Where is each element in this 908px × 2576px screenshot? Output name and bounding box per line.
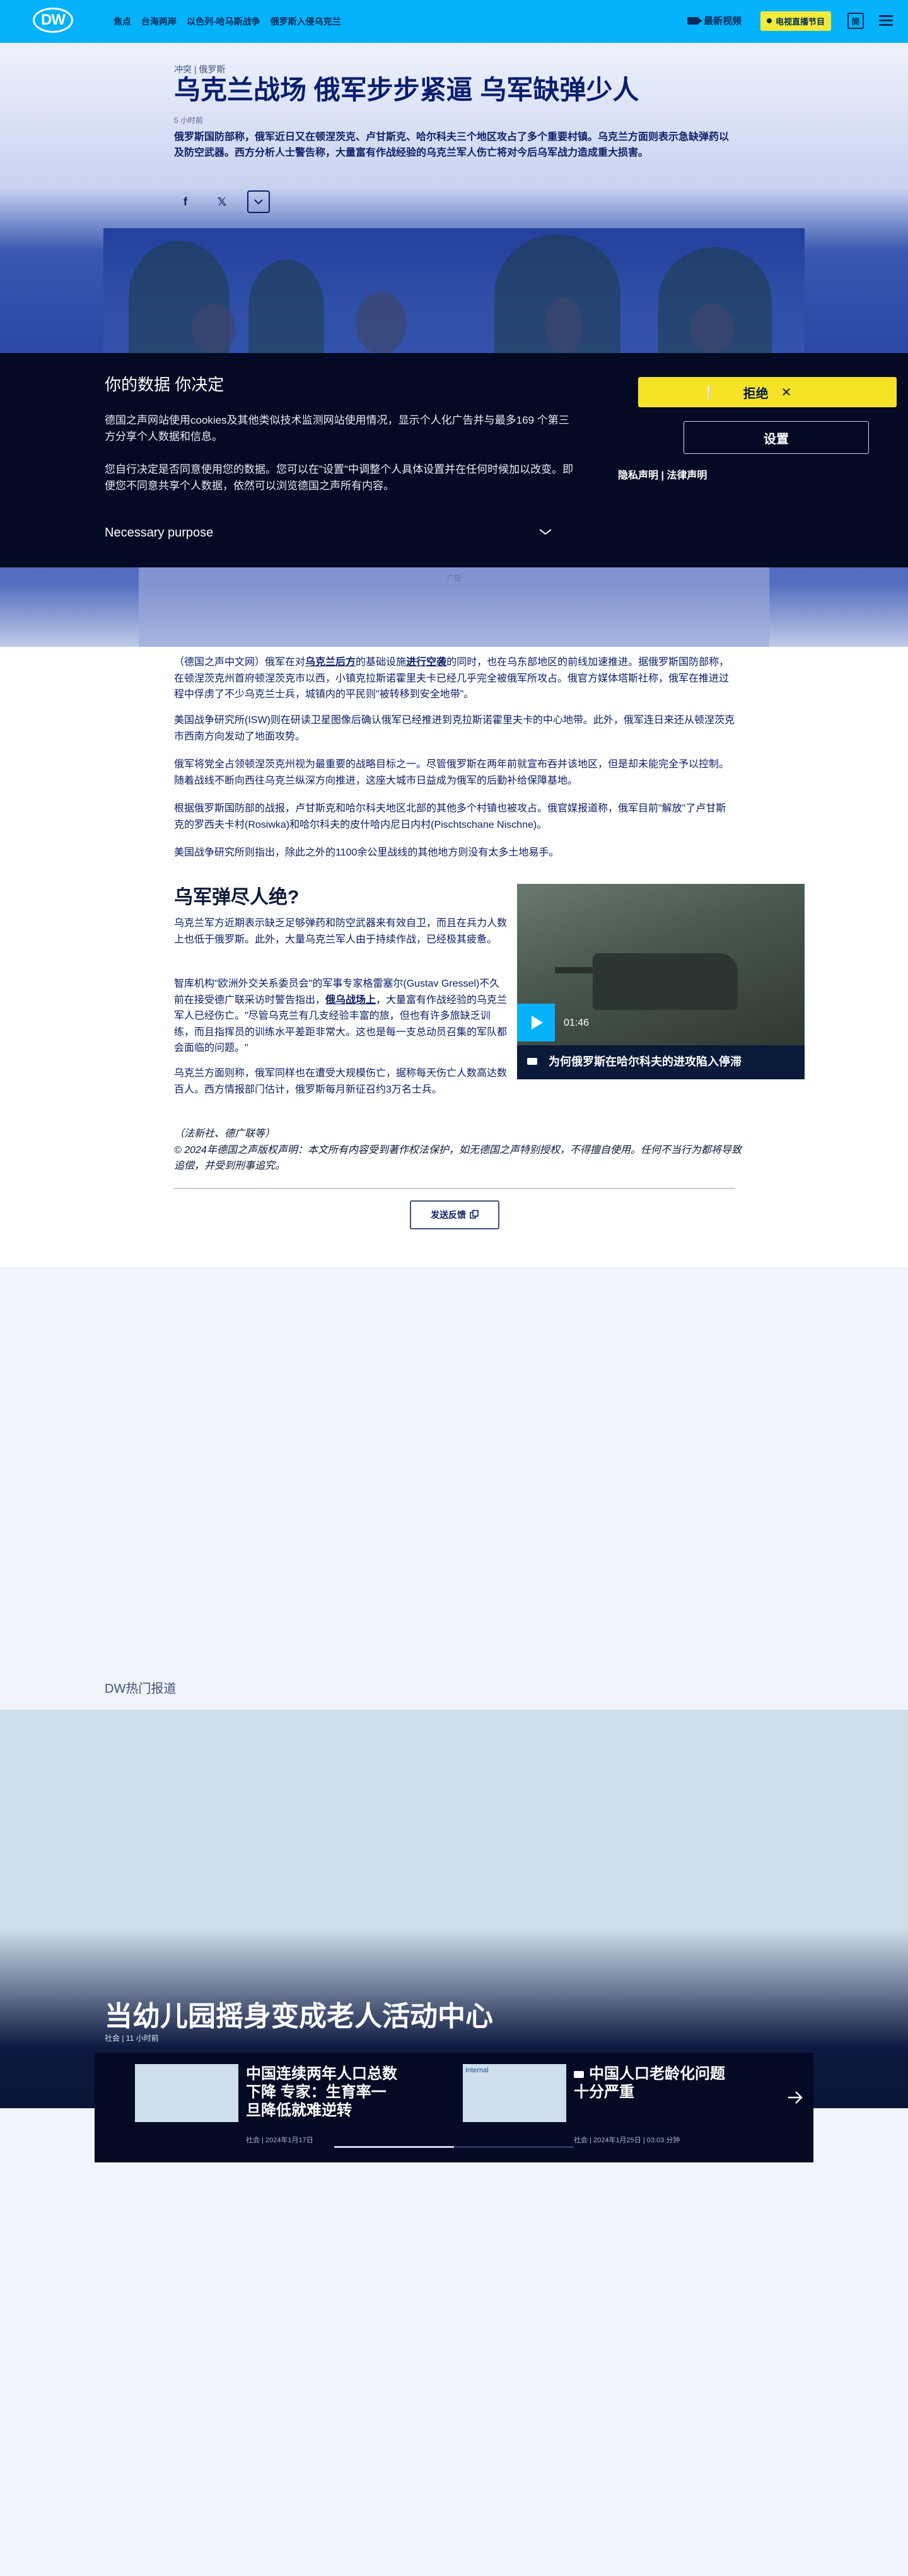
- trending-hero-meta: 社会 | 11 小时前: [105, 2034, 159, 2043]
- carousel-progress-fill: [334, 2146, 454, 2148]
- empty-content-area: [0, 1267, 908, 1678]
- article-teaser: 俄罗斯国防部称，俄军近日又在顿涅茨克、卢甘斯克、哈尔科夫三个地区攻占了多个重要村…: [174, 132, 730, 158]
- carousel-item-meta: 社会 | 2024年1月17日: [246, 2137, 313, 2144]
- close-icon: ✕: [781, 385, 792, 400]
- nav-item-israel-hamas[interactable]: 以色列-哈马斯战争: [187, 15, 260, 28]
- nav-item-cross-strait[interactable]: 台海两岸: [141, 15, 177, 28]
- text-run: 的基础设施: [356, 657, 407, 668]
- send-feedback-button[interactable]: 发送反馈: [410, 1200, 499, 1229]
- text-run: （德国之声中文网）俄军在对: [174, 657, 306, 668]
- article-paragraph: 根据俄罗斯国防部的战报，卢甘斯克和哈尔科夫地区北部的其他多个村镇也被攻占。俄官媒…: [174, 803, 726, 830]
- reject-button[interactable]: ❕ 拒绝 ✕: [638, 377, 897, 407]
- link-ukraine-rear[interactable]: 乌克兰后方: [305, 657, 356, 668]
- tank-shape: [593, 953, 738, 1010]
- trending-hero-image[interactable]: [0, 1710, 908, 2108]
- hero-image: [103, 228, 805, 354]
- nav-item-russia-ukraine[interactable]: 俄罗斯入侵乌克兰: [271, 15, 341, 28]
- facebook-share-icon[interactable]: f: [174, 190, 197, 213]
- advertisement-slot-overlay: [139, 567, 769, 647]
- carousel-item-title: 中国人口老龄化问题十分严重: [574, 2065, 725, 2102]
- feedback-label: 发送反馈: [431, 1210, 466, 1220]
- video-thumbnail[interactable]: [517, 884, 805, 1045]
- latest-video-label: 最新视频: [704, 16, 742, 26]
- dw-logo[interactable]: DW: [33, 8, 73, 33]
- consent-links: 隐私声明 | 法律声明: [618, 467, 707, 482]
- consent-text-1: 德国之声网站使用cookies及其他类似技术监测网站使用情况，显示个人化广告并与…: [105, 414, 569, 443]
- carousel-item[interactable]: Internal 中国人口老龄化问题十分严重 社会 | 2024年1月25日 |…: [463, 2064, 765, 2152]
- reject-label: 拒绝: [743, 386, 769, 401]
- copyright-notice: © 2024年德国之声版权声明：本文所有内容受到著作权法保护，如无德国之声特别授…: [174, 1144, 742, 1172]
- section-heading: 乌军弹尽人绝?: [174, 887, 300, 908]
- article-paragraph: 美国战争研究所(ISW)则在研读卫星图像后确认俄军已经推进到克拉斯诺霍里夫卡的中…: [174, 715, 735, 742]
- link-russia-ukraine-war[interactable]: 俄乌战场上: [325, 995, 376, 1006]
- article-paragraph: 乌克兰方面则称，俄军同样也在遭受大规模伤亡，据称每天伤亡人数高达数百人。西方情报…: [174, 1068, 508, 1095]
- link-airstrikes[interactable]: 进行空袭: [406, 657, 446, 668]
- carousel-thumbnail: Internal: [463, 2064, 566, 2122]
- article-paragraph: 俄军将党全占领顿涅茨克州视为最重要的战略目标之一。尽管俄罗斯在两年前就宣布吞并该…: [174, 759, 730, 786]
- consent-text-2: 您自行决定是否同意使用您的数据。您可以在"设置"中调整个人具体设置并在任何时候加…: [105, 463, 574, 492]
- video-camera-icon: [687, 16, 702, 25]
- article-paragraph: （德国之声中文网）俄军在对乌克兰后方的基础设施进行空袭的同时，也在乌东部地区的前…: [174, 654, 735, 703]
- trending-heading: DW热门报道: [105, 1682, 177, 1696]
- video-title[interactable]: 为何俄罗斯在哈尔科夫的进攻陷入停滞: [527, 1053, 742, 1069]
- trending-hero-title[interactable]: 当幼儿园摇身变成老人活动中心: [105, 1993, 493, 2034]
- video-card[interactable]: 01:46 为何俄罗斯在哈尔科夫的进攻陷入停滞: [517, 884, 805, 1079]
- article-paragraph: 美国战争研究所则指出，除此之外的1100余公里战线的其他地方则没有太多土地易手。: [174, 847, 559, 858]
- live-tv-button[interactable]: 电视直播节目: [760, 11, 832, 31]
- carousel-item-title-text: 中国人口老龄化问题十分严重: [574, 2065, 725, 2101]
- video-duration: 01:46: [564, 1018, 590, 1028]
- privacy-link[interactable]: 隐私声明: [618, 470, 658, 481]
- carousel-progress: [334, 2146, 574, 2148]
- main-nav: 焦点 台海两岸 以色列-哈马斯战争 俄罗斯入侵乌克兰: [114, 15, 341, 28]
- carousel-thumbnail: [135, 2064, 238, 2122]
- latest-video-link[interactable]: 最新视频: [687, 14, 742, 27]
- language-button[interactable]: 简: [847, 13, 864, 29]
- chevron-down-icon[interactable]: [538, 523, 552, 540]
- carousel-item[interactable]: 中国连续两年人口总数下降 专家：生育率一旦降低就难逆转 社会 | 2024年1月…: [135, 2064, 438, 2152]
- legal-link[interactable]: 法律声明: [666, 470, 707, 481]
- copy-icon: [470, 1209, 479, 1221]
- article-title: 乌克兰战场 俄军步步紧逼 乌军缺弹少人: [174, 75, 639, 105]
- divider: [174, 1188, 735, 1189]
- article-paragraph: 智库机构"欧洲外交关系委员会"的军事专家格雷塞尔(Gustav Gressel)…: [174, 976, 508, 1057]
- carousel-item-title: 中国连续两年人口总数下降 专家：生育率一旦降低就难逆转: [246, 2065, 397, 2119]
- consent-title: 你的数据 你决定: [105, 375, 224, 394]
- broken-image-alt: Internal: [465, 2067, 489, 2074]
- credit-source: （法新社、德广联等）: [174, 1128, 276, 1139]
- breadcrumb[interactable]: 冲突 | 俄罗斯: [174, 63, 225, 76]
- top-navigation-bar: DW 焦点 台海两岸 以色列-哈马斯战争 俄罗斯入侵乌克兰 最新视频 电视直播节…: [0, 0, 908, 43]
- x-share-icon[interactable]: 𝕏: [211, 190, 233, 213]
- cookie-consent-banner: 你的数据 你决定 德国之声网站使用cookies及其他类似技术监测网站使用情况，…: [0, 353, 908, 567]
- article-credit: （法新社、德广联等） © 2024年德国之声版权声明：本文所有内容受到著作权法保…: [174, 1126, 742, 1175]
- necessary-purpose-toggle[interactable]: Necessary purpose: [105, 526, 213, 540]
- publish-time: 5 小时前: [174, 116, 204, 125]
- carousel-item-meta: 社会 | 2024年1月25日 | 03:03 分钟: [574, 2137, 680, 2144]
- video-title-text: 为何俄罗斯在哈尔科夫的进攻陷入停滞: [549, 1055, 742, 1068]
- video-camera-icon: [574, 2071, 584, 2079]
- article-paragraph: 乌克兰军方近期表示缺乏足够弹药和防空武器来有效自卫，而且在兵力人数上也低于俄罗斯…: [174, 918, 508, 945]
- warning-icon: ❕: [701, 385, 717, 400]
- play-icon[interactable]: [517, 1004, 555, 1041]
- menu-icon[interactable]: [879, 15, 893, 26]
- more-share-chevron-icon[interactable]: [247, 190, 270, 213]
- settings-button[interactable]: 设置: [684, 421, 869, 454]
- trending-carousel: 中国连续两年人口总数下降 专家：生育率一旦降低就难逆转 社会 | 2024年1月…: [95, 2053, 813, 2162]
- share-bar: f 𝕏: [174, 190, 270, 213]
- arrow-right-icon[interactable]: [786, 2088, 805, 2113]
- nav-item-focus[interactable]: 焦点: [114, 15, 131, 28]
- video-camera-icon: [527, 1057, 537, 1065]
